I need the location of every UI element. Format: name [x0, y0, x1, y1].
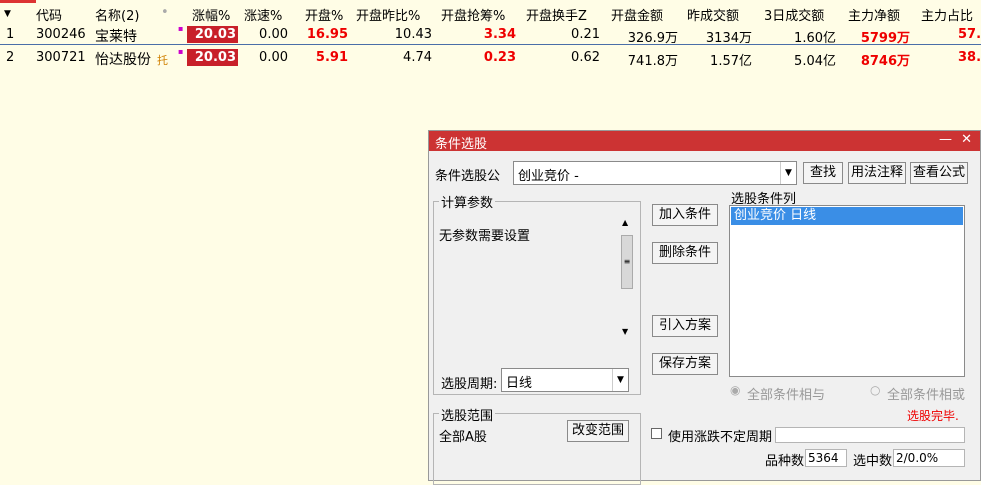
- scroll-down-icon[interactable]: ▼: [622, 327, 628, 336]
- chevron-down-icon[interactable]: ▼: [780, 162, 796, 184]
- row-index: 1: [6, 27, 15, 42]
- period-input[interactable]: [775, 427, 965, 443]
- col-name[interactable]: 名称(2): [95, 5, 139, 24]
- selected-label: 选中数: [853, 454, 893, 469]
- params-text: 无参数需要设置: [439, 229, 531, 244]
- col-open[interactable]: 开盘%: [305, 5, 343, 24]
- scope-title: 选股范围: [439, 405, 496, 424]
- condition-list[interactable]: 创业竞价 日线: [729, 205, 965, 377]
- row-index: 2: [6, 50, 15, 65]
- stock-name: 怡达股份: [95, 52, 151, 68]
- main-net: 8746万: [860, 54, 910, 69]
- col-speed[interactable]: 涨速%: [244, 5, 282, 24]
- flag-tuo: 托: [157, 54, 168, 67]
- col-open-amount[interactable]: 开盘金额: [611, 5, 663, 24]
- count-label: 品种数: [765, 454, 805, 469]
- main-pct: 38.: [958, 50, 981, 65]
- open: 5.91: [315, 50, 348, 65]
- open-amount: 741.8万: [627, 54, 678, 69]
- col-yesterday-volume[interactable]: 昨成交额: [687, 5, 739, 24]
- add-condition-button[interactable]: 加入条件: [652, 204, 718, 226]
- change-badge: 20.03: [187, 49, 238, 66]
- save-plan-button[interactable]: 保存方案: [652, 353, 718, 375]
- formula-value: 创业竞价 -: [518, 169, 579, 184]
- change-scope-button[interactable]: 改变范围: [567, 420, 629, 442]
- import-plan-button[interactable]: 引入方案: [652, 315, 718, 337]
- table-row[interactable]: 2 300721 怡达股份 托 ▪ 20.03 0.00 5.91 4.74 0…: [0, 47, 981, 69]
- period-value: 日线: [506, 376, 533, 391]
- formula-label: 条件选股公: [435, 169, 501, 184]
- open-ratio: 10.43: [394, 27, 432, 42]
- volume-3day: 5.04亿: [794, 54, 836, 69]
- use-period-checkbox[interactable]: [651, 428, 662, 439]
- scroll-thumb[interactable]: ≡: [621, 235, 633, 289]
- open-turnover: 0.21: [571, 27, 600, 42]
- period-label: 选股周期:: [441, 377, 498, 392]
- delete-condition-button[interactable]: 删除条件: [652, 242, 718, 264]
- stock-code: 300721: [36, 50, 86, 65]
- count-value: 5364: [805, 449, 847, 467]
- open-turnover: 0.62: [571, 50, 600, 65]
- radio-and-icon[interactable]: ◉: [730, 383, 740, 397]
- view-formula-button[interactable]: 查看公式: [910, 162, 968, 184]
- radio-or-icon[interactable]: ○: [870, 383, 880, 397]
- chevron-down-icon[interactable]: ▼: [612, 369, 628, 391]
- main-pct: 57.: [958, 27, 981, 42]
- col-main-pct[interactable]: 主力占比: [921, 5, 973, 24]
- table-header: ▼ 代码 名称(2) • 涨幅% 涨速% 开盘% 开盘昨比% 开盘抢筹% 开盘换…: [0, 3, 981, 25]
- scroll-up-icon[interactable]: ▲: [622, 218, 628, 227]
- open-ratio: 4.74: [403, 50, 432, 65]
- mark-icon: ▪: [178, 24, 184, 33]
- condition-selector-dialog: 条件选股 — ✕ 条件选股公 创业竞价 - ▼ 查找 用法注释 查看公式 计算参…: [428, 130, 981, 485]
- col-mark[interactable]: •: [161, 5, 169, 20]
- open-grab: 3.34: [483, 27, 516, 42]
- col-open-ratio[interactable]: 开盘昨比%: [356, 5, 420, 24]
- sort-arrow-icon[interactable]: ▼: [4, 9, 11, 19]
- find-button[interactable]: 查找: [803, 162, 843, 184]
- stock-code: 300246: [36, 27, 86, 42]
- speed: 0.00: [259, 27, 288, 42]
- stock-name: 宝莱特: [95, 29, 137, 45]
- list-item[interactable]: 创业竞价 日线: [731, 207, 963, 225]
- usage-notes-button[interactable]: 用法注释: [848, 162, 906, 184]
- formula-combo[interactable]: 创业竞价 - ▼: [513, 161, 797, 185]
- dialog-title: 条件选股: [435, 137, 488, 152]
- col-open-turnover[interactable]: 开盘换手Z: [526, 5, 587, 24]
- col-open-grab[interactable]: 开盘抢筹%: [441, 5, 505, 24]
- status-text: 选股完毕.: [907, 409, 959, 423]
- params-title: 计算参数: [439, 192, 496, 211]
- selected-value: 2/0.0%: [893, 449, 965, 467]
- mark-icon: ▪: [178, 47, 184, 56]
- col-3day-volume[interactable]: 3日成交额: [764, 5, 824, 24]
- params-scrollbar[interactable]: ▲ ≡ ▼: [619, 215, 635, 341]
- radio-and-label[interactable]: 全部条件相与: [747, 384, 825, 403]
- minimize-icon[interactable]: —: [939, 132, 952, 147]
- radio-or-label[interactable]: 全部条件相或: [887, 384, 965, 403]
- scope-value: 全部A股: [439, 430, 487, 445]
- close-icon[interactable]: ✕: [961, 132, 972, 147]
- selection-underline: [0, 44, 981, 45]
- yesterday-volume: 1.57亿: [710, 54, 752, 69]
- col-main-net[interactable]: 主力净额: [848, 5, 900, 24]
- speed: 0.00: [259, 50, 288, 65]
- open-grab: 0.23: [483, 50, 516, 65]
- dialog-titlebar[interactable]: 条件选股 — ✕: [429, 131, 980, 152]
- period-combo[interactable]: 日线 ▼: [501, 368, 629, 392]
- open: 16.95: [306, 27, 348, 42]
- use-period-label: 使用涨跌不定周期: [668, 430, 773, 445]
- table-row[interactable]: 1 300246 宝莱特 ▪ 20.03 0.00 16.95 10.43 3.…: [0, 24, 981, 46]
- change-badge: 20.03: [187, 26, 238, 43]
- col-code[interactable]: 代码: [36, 5, 62, 24]
- col-change[interactable]: 涨幅%: [192, 5, 230, 24]
